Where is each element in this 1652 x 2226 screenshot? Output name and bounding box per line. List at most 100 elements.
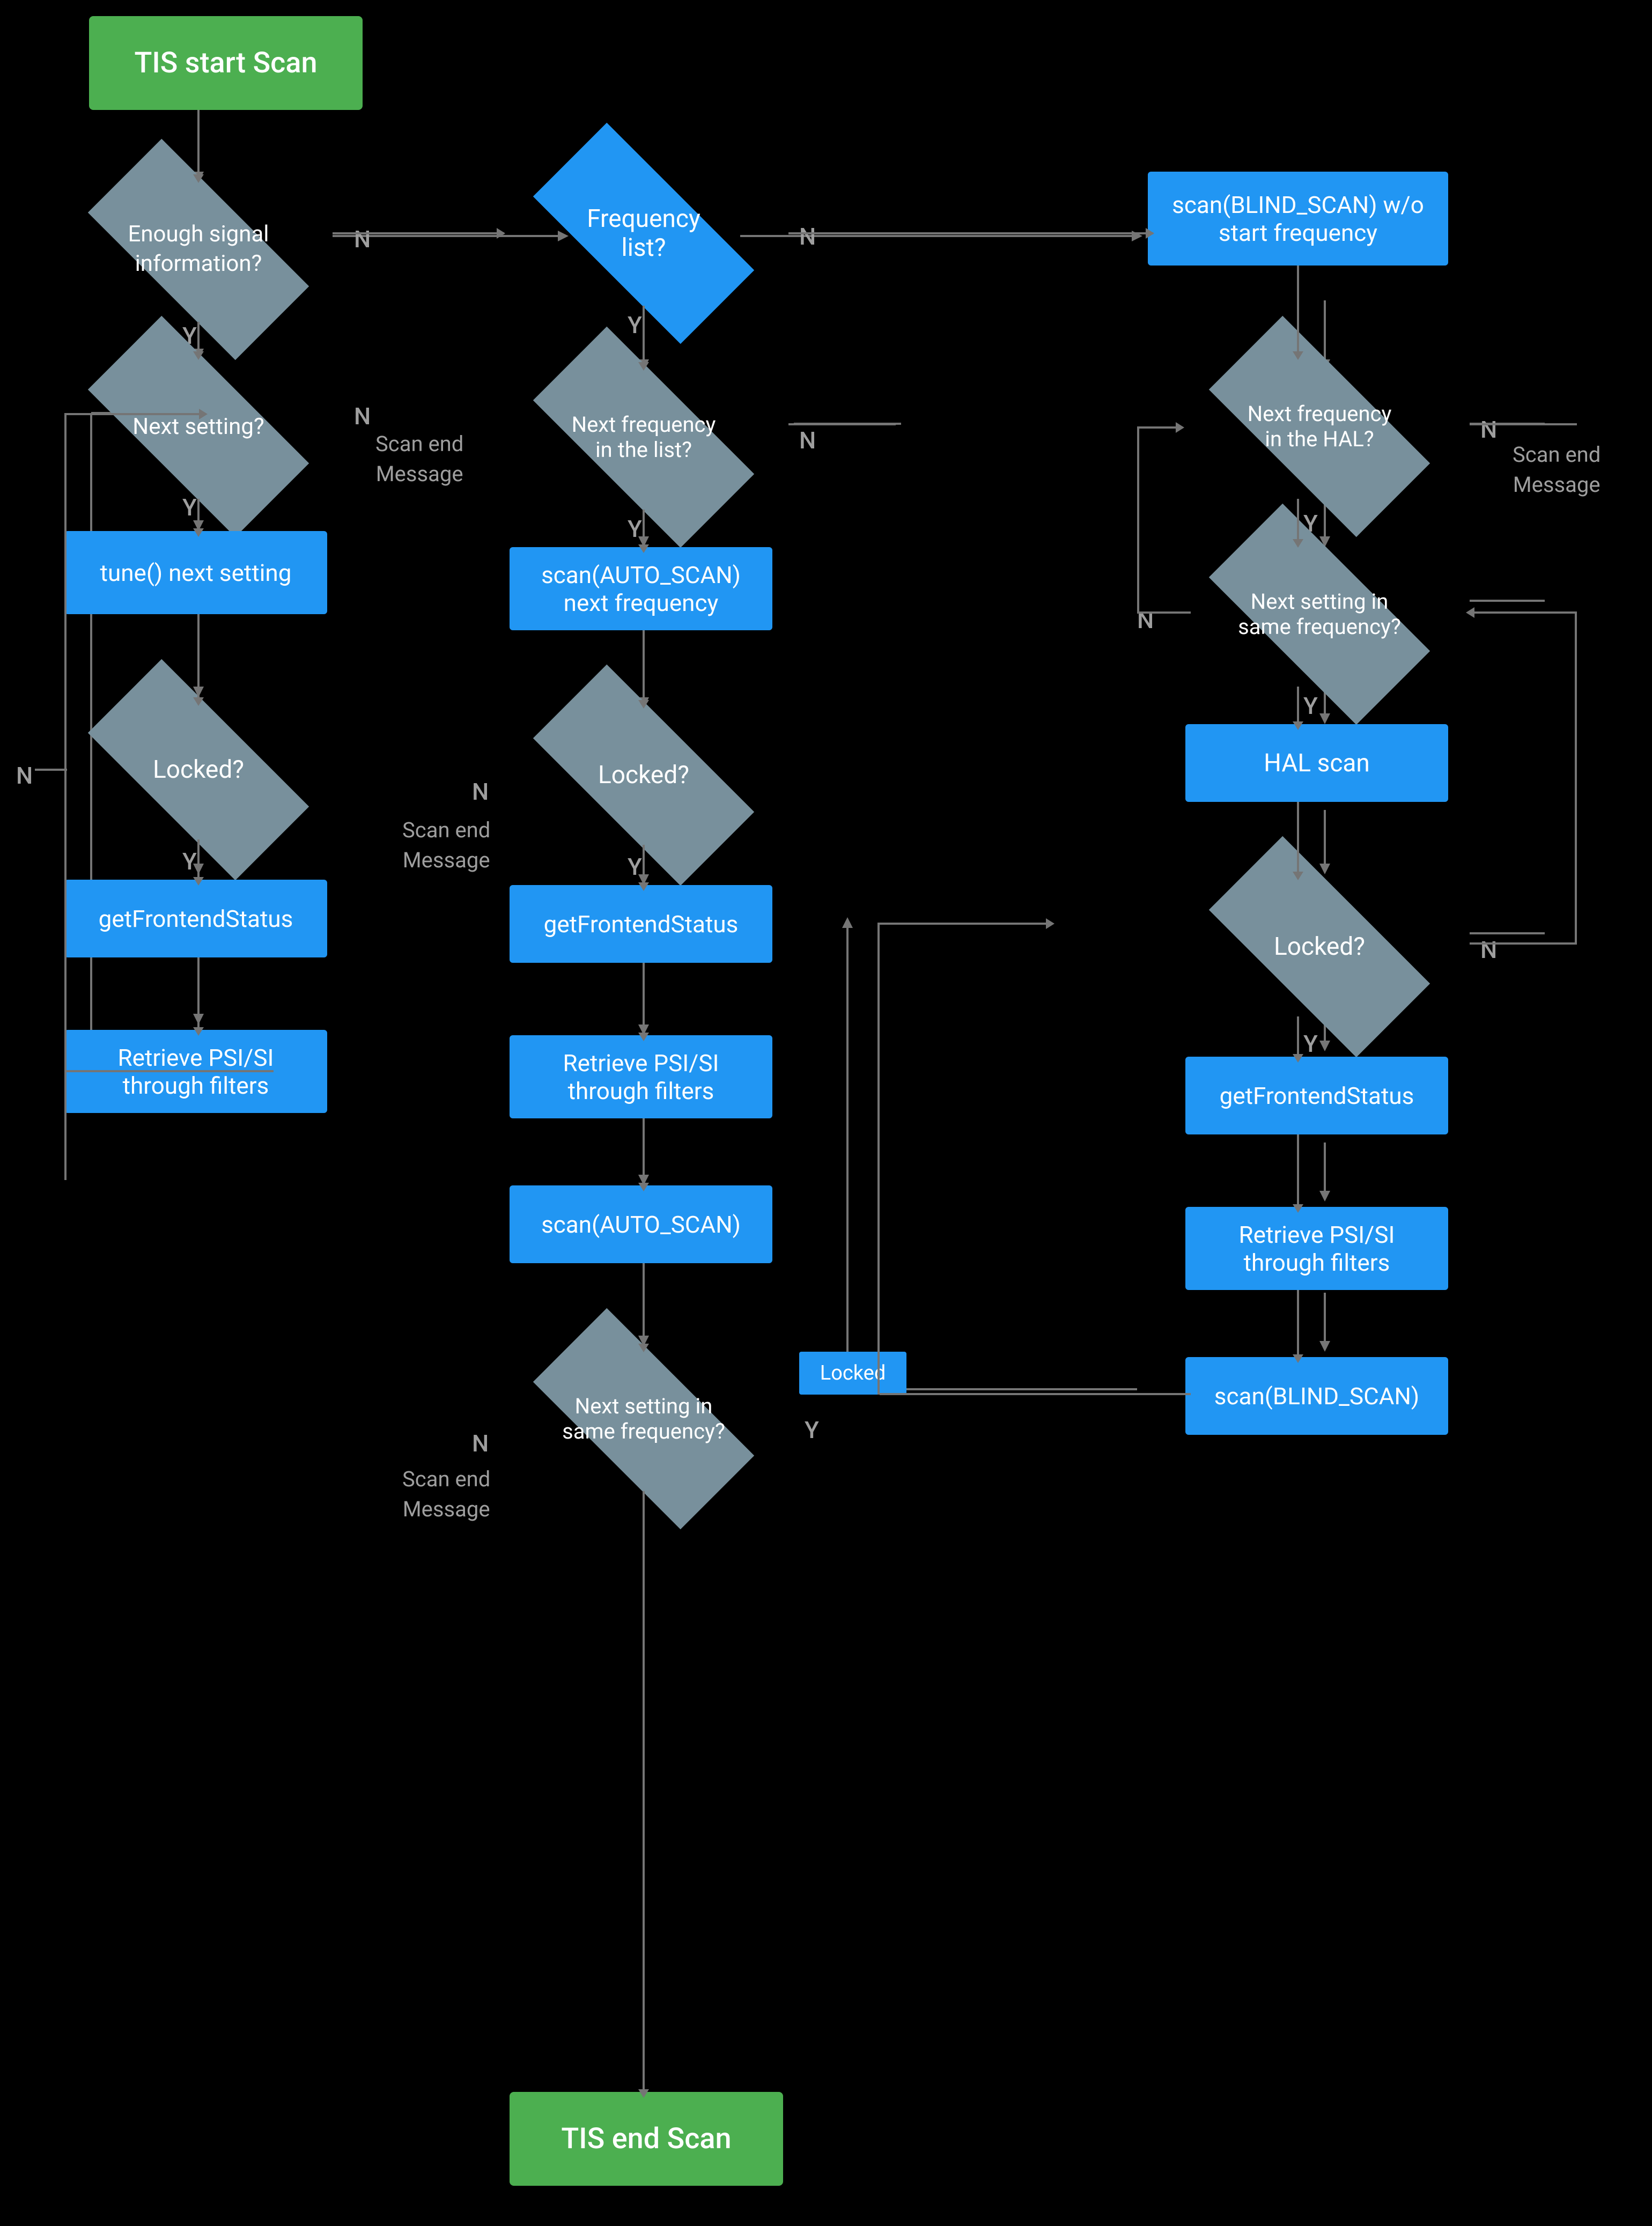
arrow-nextsamesetting-y-to-tisend [638,2089,649,2098]
connector-nextsetting-n-left [1137,611,1191,614]
n-label-next-setting: N [354,402,371,430]
connector-nextfreqlist-y-to-scanauto [643,510,645,550]
arrow-blind-to-nextfreqhal [1293,351,1303,360]
connector-nextfreqhal-y-to-nextsettingsame [1297,499,1299,544]
y-label-locked1: Y [182,847,197,875]
y-label-next-freq-list: Y [628,515,642,543]
connector-tune-to-locked1 [197,614,200,703]
arrow-locked2-y-to-getfe2 [638,882,649,891]
connector-halscan-to-locked3 [1297,802,1299,877]
connector-nextsetting-n-up [1137,426,1139,613]
connector-locked3-y-to-getfe3 [1297,1016,1299,1059]
scan-end-msg-2: Scan end Message [402,815,490,875]
retrieve-psi-si-3: Retrieve PSI/SI through filters [1185,1207,1448,1290]
arrow-enough-n-to-freqlist [497,228,505,239]
arrow-tune-to-locked1 [193,697,204,706]
connector-retrieve1-loop-bottom [64,1070,274,1072]
connector-blind-to-nextfreqhal [1297,266,1299,357]
arrow-getfe2-to-retrieve2 [638,1033,649,1041]
connector-locked3-n-up [1575,611,1577,944]
next-freq-hal-diamond: Next frequency in the HAL? [1175,354,1464,499]
hal-scan: HAL scan [1185,724,1448,802]
arrow-locked3-y-to-getfe3 [1293,1054,1303,1063]
next-setting-diamond: Next setting? [54,354,343,499]
n-label-locked1: N [16,762,33,790]
n-label-freq-list: N [799,223,816,250]
get-frontend-status-3: getFrontendStatus [1185,1057,1448,1134]
locked-diamond-3: Locked? [1175,874,1464,1019]
connector-locked1-y-to-getfe1 [197,839,200,882]
n-label-locked3: N [1480,936,1497,964]
scan-end-msg-4: Scan end Message [1513,440,1601,500]
connector-retrieve1-loop-up [64,413,67,1180]
y-label-next-setting: Y [182,493,197,521]
arrow-retrieve2-to-scanauto [638,1183,649,1191]
scan-blind-no-start: scan(BLIND_SCAN) w/o start frequency [1148,172,1448,266]
connector-tis-to-enough [197,110,200,180]
connector-retrieve3-to-blindscan2 [1297,1290,1299,1360]
tune-next-setting: tune() next setting [64,531,327,614]
connector-nextfreqlist-n-right [788,423,896,425]
arrow-nextfreqlist-y-to-scanauto [638,544,649,553]
connector-nextsamesetting-y-to-tisend [643,1491,645,2095]
next-setting-same-freq-diamond: Next setting in same frequency? [1175,542,1464,687]
connector-locked1-n [35,769,67,771]
connector-getfe1-to-retrieve1 [197,957,200,1033]
arrow-nextsetting-y-to-tune [193,528,204,537]
flowchart: TIS start Scan Enough signal information… [0,0,1652,2226]
arrow-blindscan2-to-getfe2 [1046,918,1054,929]
arrow-locked3-n-to-nextsetting [1466,607,1474,618]
connector-locked3-n-right [1470,942,1577,945]
arrow-freqlist-y-to-nextfreqlist [638,362,649,371]
next-freq-list-diamond: Next frequency in the list? [499,365,788,510]
connector-getfe2-to-retrieve2 [643,963,645,1038]
retrieve-psi-si-2: Retrieve PSI/SI through filters [510,1035,772,1118]
y-label-next-setting-same2: Y [805,1416,819,1444]
n-label-next-freq-hal: N [1480,416,1497,444]
y-label-next-setting-same: Y [1303,692,1318,720]
scan-auto: scan(AUTO_SCAN) [510,1185,772,1263]
n-label-next-setting-same: N [1137,606,1154,634]
connector-retrieve1-loop-right [64,413,204,415]
arrow-nextfreqhal-y-to-nextsettingsame [1293,539,1303,548]
arrow-enough-to-nextsetting [193,351,204,360]
connector-enough-n-to-freqlist [333,232,504,234]
next-setting-same-freq-2-diamond: Next setting in same frequency? [499,1346,788,1491]
y-label-freq-list: Y [628,311,642,339]
get-frontend-status-1: getFrontendStatus [64,880,327,957]
enough-signal-diamond: Enough signal information? [54,177,343,322]
arrow-scanauto-to-nextsamesetting [638,1344,649,1352]
scan-end-msg-1: Scan end Message [375,429,463,489]
locked-diamond-1: Locked? [54,697,343,842]
arrow-halscan-to-locked3 [1293,872,1303,880]
n-label-next-setting-same2: N [472,1429,489,1457]
arrow-retrieve1-loop [199,409,208,419]
n-label-locked2: N [472,778,489,806]
connector-scanauto-to-nextsamesetting [643,1263,645,1349]
connector-freqlist-n-to-blind [788,232,1153,234]
frequency-list-diamond: Frequency list? [499,161,788,306]
arrow-tis-to-enough [193,174,204,183]
y-label-locked2: Y [628,853,642,881]
connector-retrieve2-to-scanauto [643,1118,645,1188]
connector-freqlist-y-to-nextfreqlist [643,306,645,367]
scan-blind-2: scan(BLIND_SCAN) [1185,1357,1448,1435]
connector-nextsetting-n-right [1137,426,1180,429]
scan-auto-next-freq: scan(AUTO_SCAN) next frequency [510,547,772,630]
arrow-getfe3-to-retrieve3 [1293,1204,1303,1213]
connector-nextsettingsame-y-to-halscan [1297,687,1299,727]
connector-right-to-tisend [1448,2135,1450,2137]
connector-blindscan2-left [880,1393,1191,1395]
connector-locked2-y-to-getfe2 [643,845,645,888]
locked-diamond-2: Locked? [499,703,788,847]
tis-start-scan: TIS start Scan [89,16,363,110]
arrow-locked1-y-to-getfe1 [193,877,204,886]
connector-blindscan2-up [877,923,880,1395]
tis-end-scan: TIS end Scan [510,2092,783,2186]
arrow-nextsetting-n-loop [1176,422,1184,433]
n-label-enough-signal: N [354,225,371,253]
connector-getfe3-to-retrieve3 [1297,1134,1299,1210]
connector-nextfreqhal-n-right [1470,423,1577,425]
n-label-next-freq-list: N [799,426,816,454]
connector-scanauto-to-locked2 [643,630,645,705]
